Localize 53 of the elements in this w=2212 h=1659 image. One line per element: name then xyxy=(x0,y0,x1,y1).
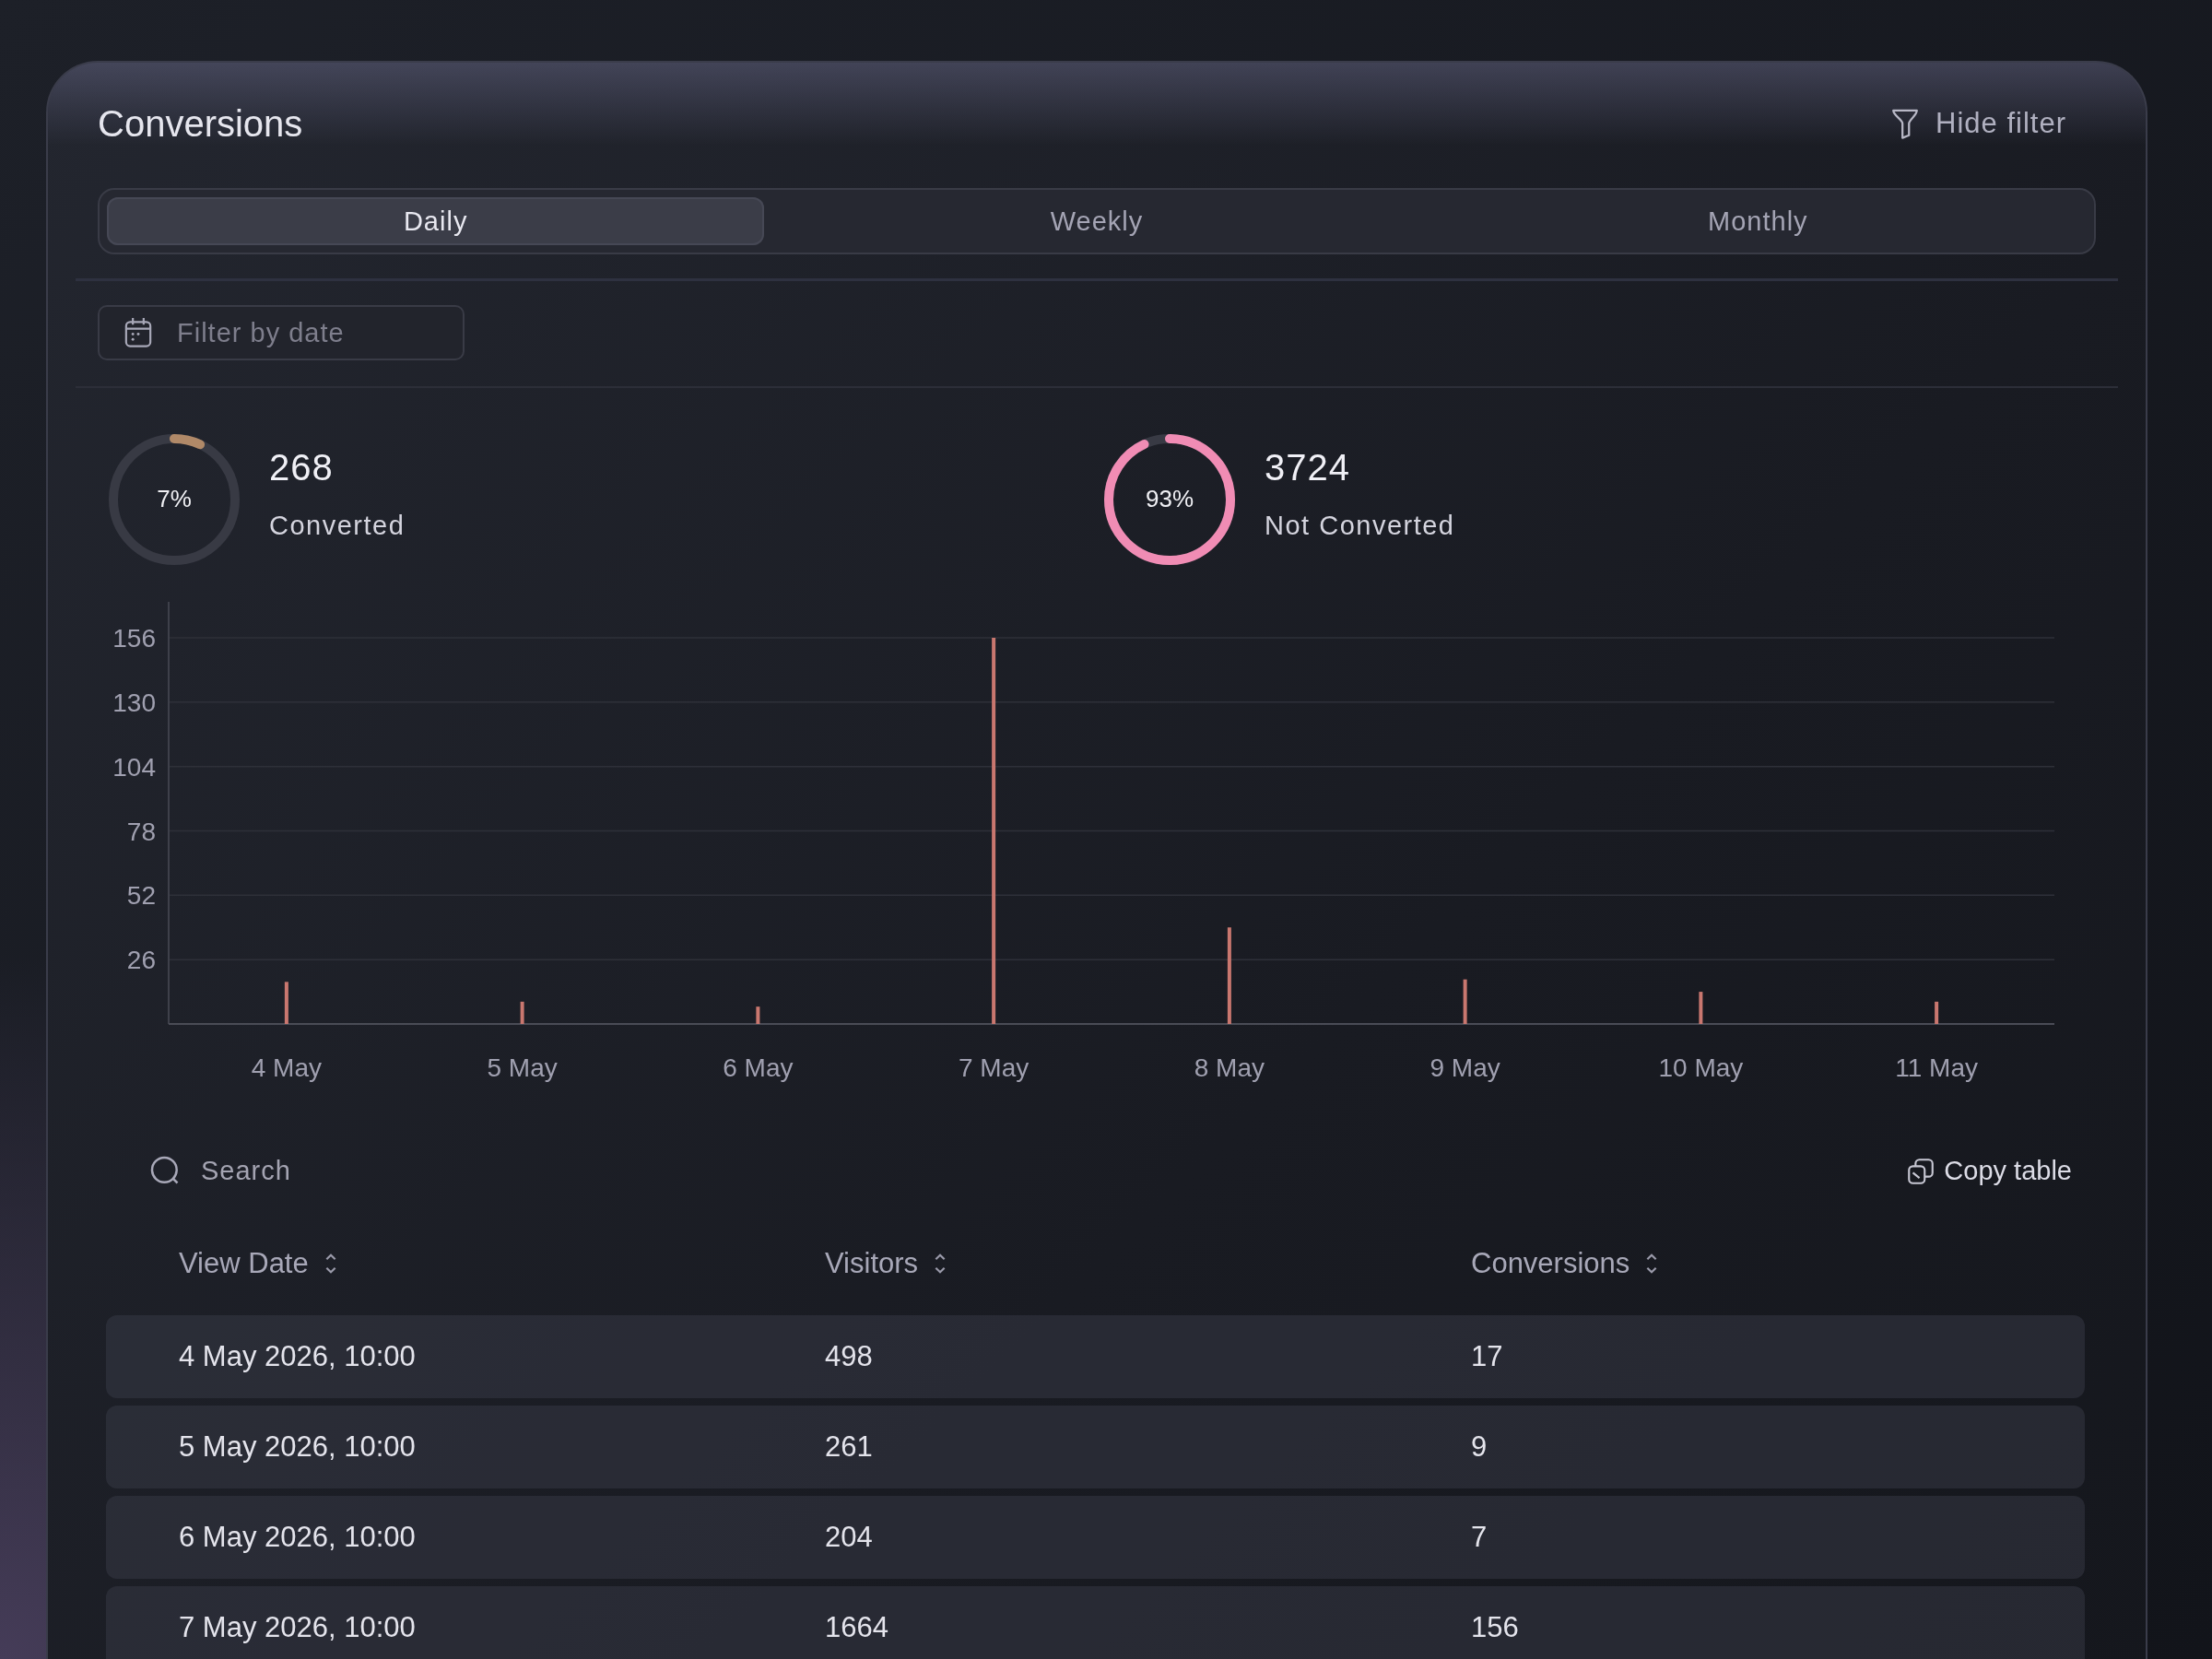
y-axis-label: 156 xyxy=(112,623,156,653)
table-cell-text: 498 xyxy=(825,1339,874,1373)
y-axis-label: 78 xyxy=(126,817,156,845)
stat-value: 3724 xyxy=(1265,446,1351,488)
table-cell-text: 17 xyxy=(1471,1339,1504,1373)
column-header[interactable]: View Date xyxy=(179,1246,825,1280)
bar xyxy=(1699,991,1703,1024)
date-filter-field[interactable]: Filter by date xyxy=(98,305,465,360)
panel-title: Conversions xyxy=(98,102,303,145)
copy-table-button[interactable]: Copy table xyxy=(1905,1155,2072,1187)
x-axis-label: 6 May xyxy=(723,1053,794,1082)
table-row[interactable]: 7 May 2026, 10:00 1664 156 xyxy=(106,1585,2085,1659)
y-axis-label: 52 xyxy=(126,880,156,910)
table-cell-text: 6 May 2026, 10:00 xyxy=(179,1520,417,1554)
period-tab[interactable]: Daily xyxy=(107,197,765,245)
y-axis-label: 26 xyxy=(126,945,156,974)
x-axis-label: 10 May xyxy=(1658,1053,1744,1082)
table-cell-text: 156 xyxy=(1471,1610,1520,1644)
y-axis-label: 130 xyxy=(112,688,156,717)
stat-value: 268 xyxy=(269,446,335,488)
percent-label: 93% xyxy=(1146,484,1194,512)
period-tab[interactable]: Weekly xyxy=(768,197,1426,245)
bar xyxy=(756,1006,760,1024)
table-cell-text: 5 May 2026, 10:00 xyxy=(179,1430,417,1464)
table-row[interactable]: 5 May 2026, 10:00 261 9 xyxy=(106,1405,2085,1488)
x-axis-label: 9 May xyxy=(1430,1053,1500,1082)
table-cell-text: 1664 xyxy=(825,1610,889,1644)
x-axis-label: 11 May xyxy=(1895,1053,1978,1082)
y-axis-label: 104 xyxy=(112,752,156,782)
period-tab[interactable]: Monthly xyxy=(1429,197,2087,245)
search-field[interactable]: Search xyxy=(199,1155,479,1187)
table-cell-text: 9 xyxy=(1471,1430,1488,1464)
table-row[interactable]: 4 May 2026, 10:00 498 17 xyxy=(106,1314,2085,1398)
table-row[interactable]: 6 May 2026, 10:00 204 7 xyxy=(106,1495,2085,1579)
percent-label: 7% xyxy=(157,484,192,512)
column-header[interactable]: Visitors xyxy=(825,1246,1471,1280)
table-cell-text: 204 xyxy=(825,1520,874,1554)
table-cell-text: 7 xyxy=(1471,1520,1488,1554)
table-cell-text: 4 May 2026, 10:00 xyxy=(179,1339,417,1373)
bar xyxy=(1935,1001,1939,1024)
bar xyxy=(520,1001,524,1024)
bar xyxy=(284,981,288,1024)
stat-label: Not Converted xyxy=(1265,510,1455,541)
table-cell-text: 7 May 2026, 10:00 xyxy=(179,1610,417,1644)
column-header[interactable]: Conversions xyxy=(1471,1246,2118,1280)
x-axis-label: 5 May xyxy=(487,1053,558,1082)
hide-filter-button[interactable]: Hide filter xyxy=(1889,106,2066,141)
x-axis-label: 4 May xyxy=(251,1053,322,1082)
stat-label: Converted xyxy=(269,510,406,541)
x-axis-label: 8 May xyxy=(1194,1053,1265,1082)
table-cell-text: 261 xyxy=(825,1430,874,1464)
bar xyxy=(1463,979,1467,1024)
x-axis-label: 7 May xyxy=(959,1053,1030,1082)
